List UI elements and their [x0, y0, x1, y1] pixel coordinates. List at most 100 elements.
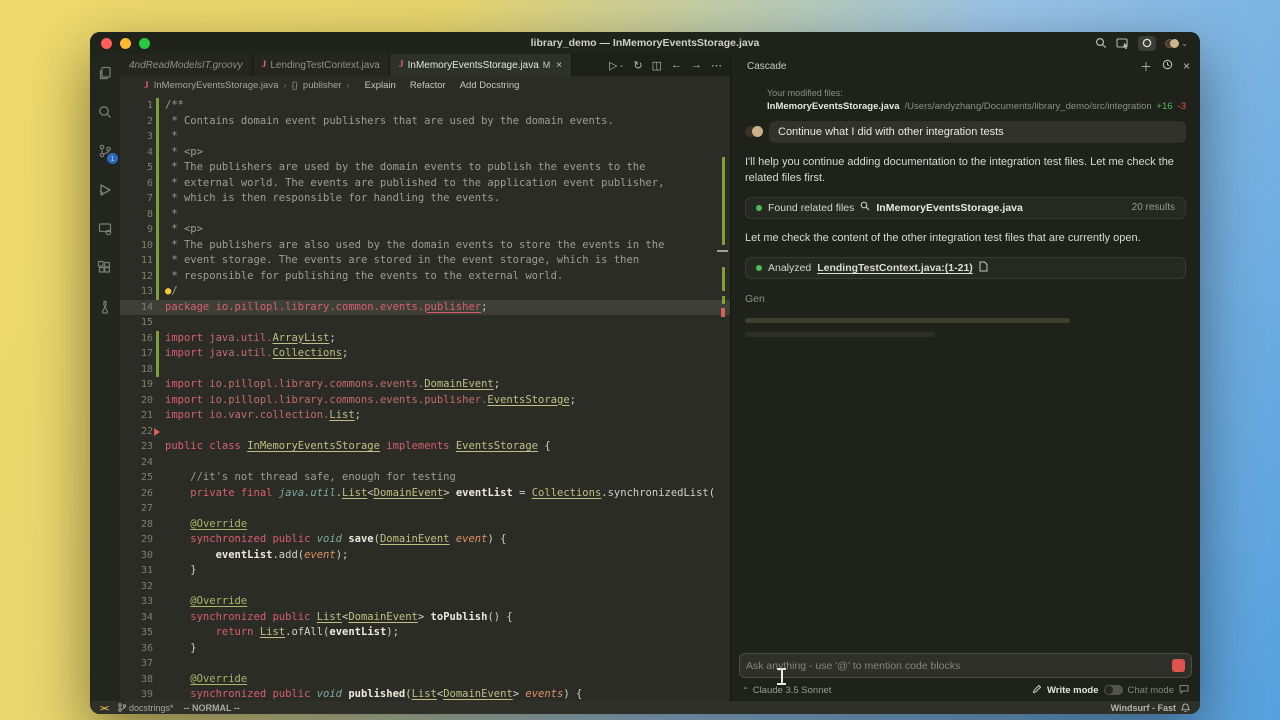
activity-bar-item-search[interactable]: [94, 101, 116, 123]
code-line-25[interactable]: 25 //it's not thread safe, enough for te…: [120, 470, 730, 486]
code-line-4[interactable]: 4 * <p>: [120, 145, 730, 161]
code-line-26[interactable]: 26 private final java.util.List<DomainEv…: [120, 486, 730, 502]
line-number: 34: [120, 610, 153, 626]
tab-InMemoryEventsStorage.java[interactable]: JInMemoryEventsStorage.javaM×: [390, 54, 572, 76]
code-line-21[interactable]: 21import io.vavr.collection.List;: [120, 408, 730, 424]
line-number: 24: [120, 455, 153, 471]
tool-call-analyze[interactable]: Analyzed LendingTestContext.java:(1-21): [745, 257, 1186, 279]
code-line-29[interactable]: 29 synchronized public void save(DomainE…: [120, 532, 730, 548]
chat-input-box: [739, 653, 1192, 678]
code-line-6[interactable]: 6 * external world. The events are publi…: [120, 176, 730, 192]
history-icon[interactable]: [1162, 59, 1173, 73]
activity-bar-item-source-control[interactable]: 1: [94, 140, 116, 162]
stop-button[interactable]: [1172, 659, 1185, 672]
code-line-5[interactable]: 5 * The publishers are used by the domai…: [120, 160, 730, 176]
vim-mode: -- NORMAL --: [183, 703, 239, 713]
git-added-gutter: [156, 98, 165, 114]
code-line-11[interactable]: 11 * event storage. The events are store…: [120, 253, 730, 269]
record-button[interactable]: [1138, 36, 1156, 51]
activity-bar-item-extensions[interactable]: [94, 257, 116, 279]
code-line-31[interactable]: 31 }: [120, 563, 730, 579]
split-editor-icon[interactable]: ◫: [652, 59, 662, 72]
close-window-button[interactable]: [101, 38, 112, 49]
code-line-34[interactable]: 34 synchronized public List<DomainEvent>…: [120, 610, 730, 626]
codelens-add-docstring[interactable]: Add Docstring: [460, 80, 520, 91]
search-icon[interactable]: [1095, 37, 1107, 49]
remote-indicator[interactable]: ><: [100, 703, 108, 713]
activity-bar-item-run-debug[interactable]: [94, 179, 116, 201]
model-selector[interactable]: ⌃ Claude 3.5 Sonnet: [742, 685, 831, 696]
code-line-16[interactable]: 16import java.util.ArrayList;: [120, 331, 730, 347]
layout-icon[interactable]: [1116, 37, 1129, 49]
code-line-7[interactable]: 7 * which is then responsible for handli…: [120, 191, 730, 207]
code-line-35[interactable]: 35 return List.ofAll(eventList);: [120, 625, 730, 641]
close-tab-icon[interactable]: ×: [556, 60, 562, 71]
chat-input[interactable]: [746, 660, 1172, 672]
code-line-24[interactable]: 24: [120, 455, 730, 471]
activity-bar-item-testing[interactable]: [94, 296, 116, 318]
forward-icon[interactable]: →: [691, 59, 702, 71]
codelens-refactor[interactable]: Refactor: [410, 80, 446, 91]
code-line-19[interactable]: 19import io.pillopl.library.commons.even…: [120, 377, 730, 393]
code-line-38[interactable]: 38 @Override: [120, 672, 730, 688]
code-line-36[interactable]: 36 }: [120, 641, 730, 657]
code-line-18[interactable]: 18: [120, 362, 730, 378]
account-avatar[interactable]: ⌄: [1165, 39, 1188, 48]
tool-call-search[interactable]: Found related files InMemoryEventsStorag…: [745, 197, 1186, 219]
code-line-10[interactable]: 10 * The publishers are also used by the…: [120, 238, 730, 254]
code-line-27[interactable]: 27: [120, 501, 730, 517]
close-panel-icon[interactable]: ×: [1183, 59, 1190, 73]
run-button[interactable]: ▷⌄: [609, 59, 624, 72]
user-avatar: [745, 124, 761, 140]
modified-file-row[interactable]: InMemoryEventsStorage.java /Users/andyzh…: [767, 101, 1186, 112]
code-line-22[interactable]: 22: [120, 424, 730, 440]
tab-LendingTestContext.java[interactable]: JLendingTestContext.java: [253, 54, 390, 76]
assistant-message: Let me check the content of the other in…: [745, 231, 1186, 247]
minimize-window-button[interactable]: [120, 38, 131, 49]
code-line-8[interactable]: 8 *: [120, 207, 730, 223]
code-line-33[interactable]: 33 @Override: [120, 594, 730, 610]
code-line-1[interactable]: 1/**: [120, 98, 730, 114]
line-number: 23: [120, 439, 153, 455]
git-deleted-gutter: [156, 424, 165, 440]
code-area[interactable]: 1/**2 * Contains domain event publishers…: [120, 95, 730, 701]
code-line-37[interactable]: 37: [120, 656, 730, 672]
code-line-32[interactable]: 32: [120, 579, 730, 595]
open-changes-icon[interactable]: ↻: [633, 59, 642, 72]
code-line-30[interactable]: 30 eventList.add(event);: [120, 548, 730, 564]
codelens-explain[interactable]: Explain: [365, 80, 396, 91]
diff-added-count: +16: [1156, 101, 1172, 112]
add-conversation-icon[interactable]: ＋: [1140, 58, 1152, 75]
code-line-14[interactable]: 14package io.pillopl.library.common.even…: [120, 300, 730, 316]
code-line-17[interactable]: 17import java.util.Collections;: [120, 346, 730, 362]
more-actions-icon[interactable]: ⋯: [711, 59, 722, 72]
activity-bar-item-explorer[interactable]: [94, 62, 116, 84]
code-line-39[interactable]: 39 synchronized public void published(Li…: [120, 687, 730, 701]
bell-icon: [1181, 703, 1190, 713]
maximize-window-button[interactable]: [139, 38, 150, 49]
git-branch-item[interactable]: docstrings*: [118, 703, 174, 713]
activity-bar-item-remote[interactable]: [94, 218, 116, 240]
windsurf-status-label: Windsurf - Fast: [1111, 703, 1176, 713]
git-added-gutter: [156, 191, 165, 207]
code-line-23[interactable]: 23public class InMemoryEventsStorage imp…: [120, 439, 730, 455]
code-line-3[interactable]: 3 *: [120, 129, 730, 145]
code-line-9[interactable]: 9 * <p>: [120, 222, 730, 238]
windsurf-status[interactable]: Windsurf - Fast: [1111, 703, 1190, 713]
code-line-12[interactable]: 12 * responsible for publishing the even…: [120, 269, 730, 285]
breadcrumb-symbol[interactable]: publisher: [303, 80, 342, 91]
line-number: 16: [120, 331, 153, 347]
breadcrumb-file[interactable]: InMemoryEventsStorage.java: [154, 80, 279, 91]
tab-4ndReadModelsIT.groovy[interactable]: 4ndReadModelsIT.groovy: [120, 54, 253, 76]
loading-skeleton-bar: [745, 318, 1070, 323]
code-line-20[interactable]: 20import io.pillopl.library.commons.even…: [120, 393, 730, 409]
analyzed-file-link[interactable]: LendingTestContext.java:(1-21): [817, 262, 973, 274]
code-line-28[interactable]: 28 @Override: [120, 517, 730, 533]
code-line-2[interactable]: 2 * Contains domain event publishers tha…: [120, 114, 730, 130]
git-added-gutter: [156, 222, 165, 238]
back-icon[interactable]: ←: [671, 59, 682, 71]
line-number: 30: [120, 548, 153, 564]
mode-toggle[interactable]: [1104, 685, 1123, 695]
code-line-15[interactable]: 15: [120, 315, 730, 331]
code-line-13[interactable]: 13●/: [120, 284, 730, 300]
